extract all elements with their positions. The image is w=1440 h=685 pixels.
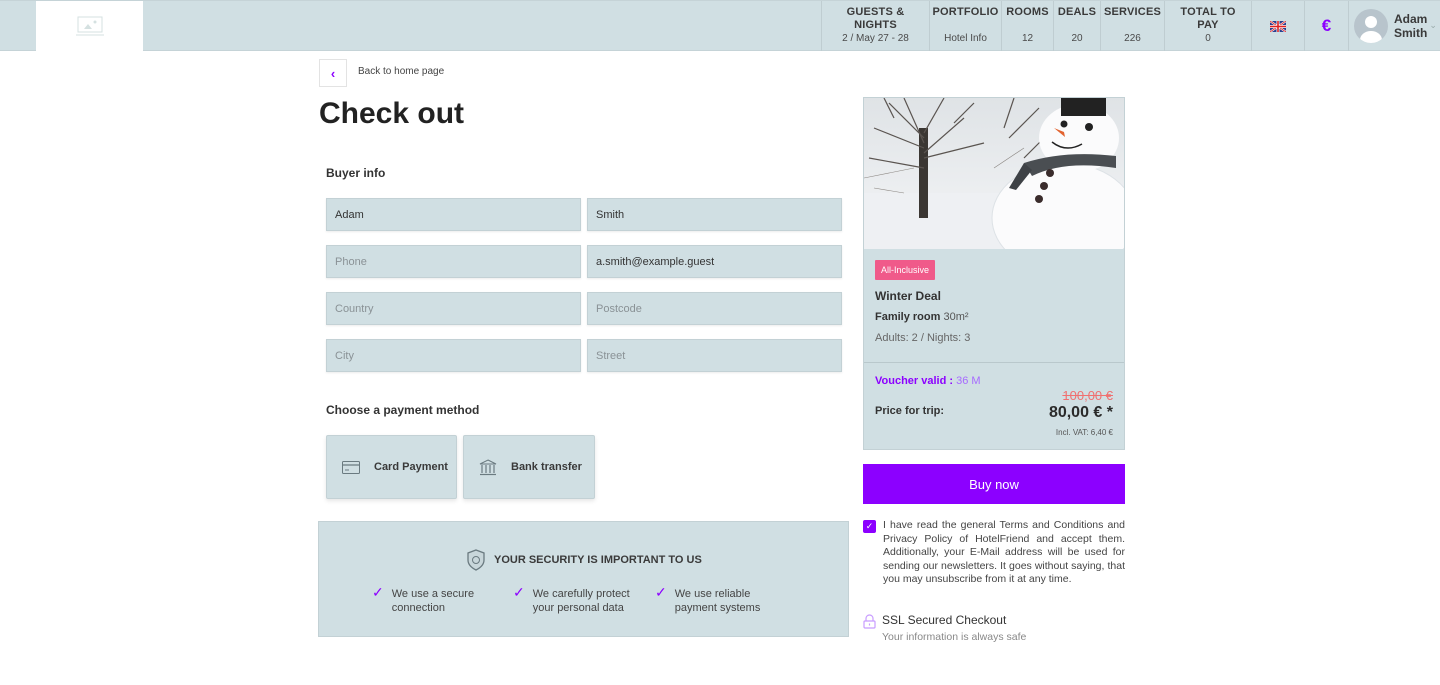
security-item-text: We carefully protect your personal data <box>532 588 630 614</box>
vat-info: Incl. VAT: 6,40 € <box>1055 428 1113 437</box>
bank-transfer-label: Bank transfer <box>511 461 582 473</box>
street-field[interactable] <box>587 339 842 372</box>
nav-rooms[interactable]: Rooms 12 <box>1001 1 1053 51</box>
checkmark-icon: ✓ <box>865 521 874 531</box>
card-payment-button[interactable]: Card Payment <box>326 435 457 499</box>
chevron-down-icon: ⌄ <box>1429 19 1437 30</box>
top-navigation-bar: Guests & Nights 2 / May 27 - 28 Portfoli… <box>0 0 1440 51</box>
phone-field[interactable] <box>326 245 581 278</box>
security-item: ✓ We use reliable payment systems <box>655 584 775 615</box>
terms-consent: ✓ I have read the general Terms and Cond… <box>863 519 1125 587</box>
deal-image <box>864 98 1124 249</box>
currency-symbol: € <box>1321 16 1332 35</box>
email-field[interactable] <box>587 245 842 278</box>
terms-checkbox[interactable]: ✓ <box>863 520 876 533</box>
language-selector[interactable] <box>1251 1 1304 51</box>
nav-portfolio[interactable]: Portfolio Hotel Info <box>929 1 1001 51</box>
nav-deals[interactable]: Deals 20 <box>1053 1 1100 51</box>
voucher-validity: Voucher valid : 36 M <box>875 375 981 387</box>
user-first-name: Adam <box>1394 12 1428 26</box>
nav-total-to-pay[interactable]: Total to pay 0 <box>1164 1 1251 51</box>
avatar <box>1354 9 1388 43</box>
nav-value: 0 <box>1205 33 1211 44</box>
security-item: ✓ We carefully protect your personal dat… <box>513 584 633 615</box>
nav-guests-nights[interactable]: Guests & Nights 2 / May 27 - 28 <box>821 1 929 51</box>
nav-label: Guests & Nights <box>846 6 905 31</box>
user-last-name: Smith <box>1394 26 1428 40</box>
divider <box>864 362 1124 363</box>
hotel-logo[interactable] <box>36 1 143 51</box>
checkmark-icon: ✓ <box>372 584 384 600</box>
chevron-left-icon: ‹ <box>330 65 336 81</box>
nav-services[interactable]: Services 226 <box>1100 1 1164 51</box>
nav-label: Total to pay <box>1180 6 1236 31</box>
ssl-subtitle: Your information is always safe <box>882 631 1027 643</box>
bank-icon <box>479 458 497 476</box>
user-menu[interactable]: Adam Smith ⌄ <box>1348 1 1440 51</box>
occupancy-info: Adults: 2 / Nights: 3 <box>875 332 971 344</box>
checkmark-icon: ✓ <box>655 584 667 600</box>
deal-summary-card: All-Inclusive Winter Deal Family room 30… <box>863 97 1125 450</box>
nav-label: Services <box>1103 6 1162 18</box>
image-placeholder-icon <box>75 16 104 36</box>
nav-value: 2 / May 27 - 28 <box>842 33 909 44</box>
nav-value: 20 <box>1071 33 1083 44</box>
room-info: Family room 30m² <box>875 311 969 323</box>
last-name-field[interactable] <box>587 198 842 231</box>
nav-label: Deals <box>1057 6 1097 18</box>
price-label: Price for trip: <box>875 405 945 417</box>
shield-icon <box>467 549 485 571</box>
page-title: Check out <box>319 97 465 130</box>
user-name: Adam Smith <box>1394 12 1427 40</box>
lock-icon <box>863 614 876 629</box>
credit-card-icon <box>342 460 360 474</box>
postcode-field[interactable] <box>587 292 842 325</box>
uk-flag-icon <box>1270 20 1286 32</box>
security-heading: YOUR SECURITY IS IMPORTANT TO US <box>467 549 702 571</box>
bank-transfer-button[interactable]: Bank transfer <box>463 435 595 499</box>
buyer-info-heading: Buyer info <box>326 166 386 180</box>
security-item-text: We use a secure connection <box>391 588 475 614</box>
card-payment-label: Card Payment <box>374 461 448 473</box>
header-nav: Guests & Nights 2 / May 27 - 28 Portfoli… <box>821 1 1440 51</box>
nav-value: 226 <box>1124 33 1141 44</box>
nav-value: Hotel Info <box>944 33 987 44</box>
buy-now-button[interactable]: Buy now <box>863 464 1125 504</box>
ssl-title: SSL Secured Checkout <box>882 613 1007 627</box>
nav-label: Portfolio <box>932 6 999 18</box>
security-item: ✓ We use a secure connection <box>372 584 492 615</box>
nav-value: 12 <box>1021 33 1034 44</box>
security-panel: YOUR SECURITY IS IMPORTANT TO US ✓ We us… <box>318 521 849 637</box>
back-button[interactable]: ‹ <box>319 59 347 87</box>
room-type: Family room <box>875 311 941 323</box>
original-price: 100,00 € <box>1062 388 1113 403</box>
payment-method-heading: Choose a payment method <box>326 403 480 417</box>
deal-title: Winter Deal <box>875 289 941 303</box>
deal-badge: All-Inclusive <box>875 260 936 280</box>
ssl-info: SSL Secured Checkout Your information is… <box>863 613 1026 643</box>
room-size: 30m² <box>943 311 969 323</box>
security-title: YOUR SECURITY IS IMPORTANT TO US <box>494 554 702 566</box>
currency-selector[interactable]: € <box>1304 1 1348 51</box>
first-name-field[interactable] <box>326 198 581 231</box>
checkmark-icon: ✓ <box>513 584 525 600</box>
security-item-text: We use reliable payment systems <box>674 588 761 614</box>
terms-text: I have read the general Terms and Condit… <box>883 519 1125 585</box>
city-field[interactable] <box>326 339 581 372</box>
back-link[interactable]: Back to home page <box>358 66 444 77</box>
voucher-label: Voucher valid : <box>875 375 954 387</box>
voucher-value: 36 M <box>956 375 981 387</box>
trip-price: 80,00 € * <box>1048 404 1113 421</box>
country-field[interactable] <box>326 292 581 325</box>
nav-label: Rooms <box>1006 6 1049 18</box>
